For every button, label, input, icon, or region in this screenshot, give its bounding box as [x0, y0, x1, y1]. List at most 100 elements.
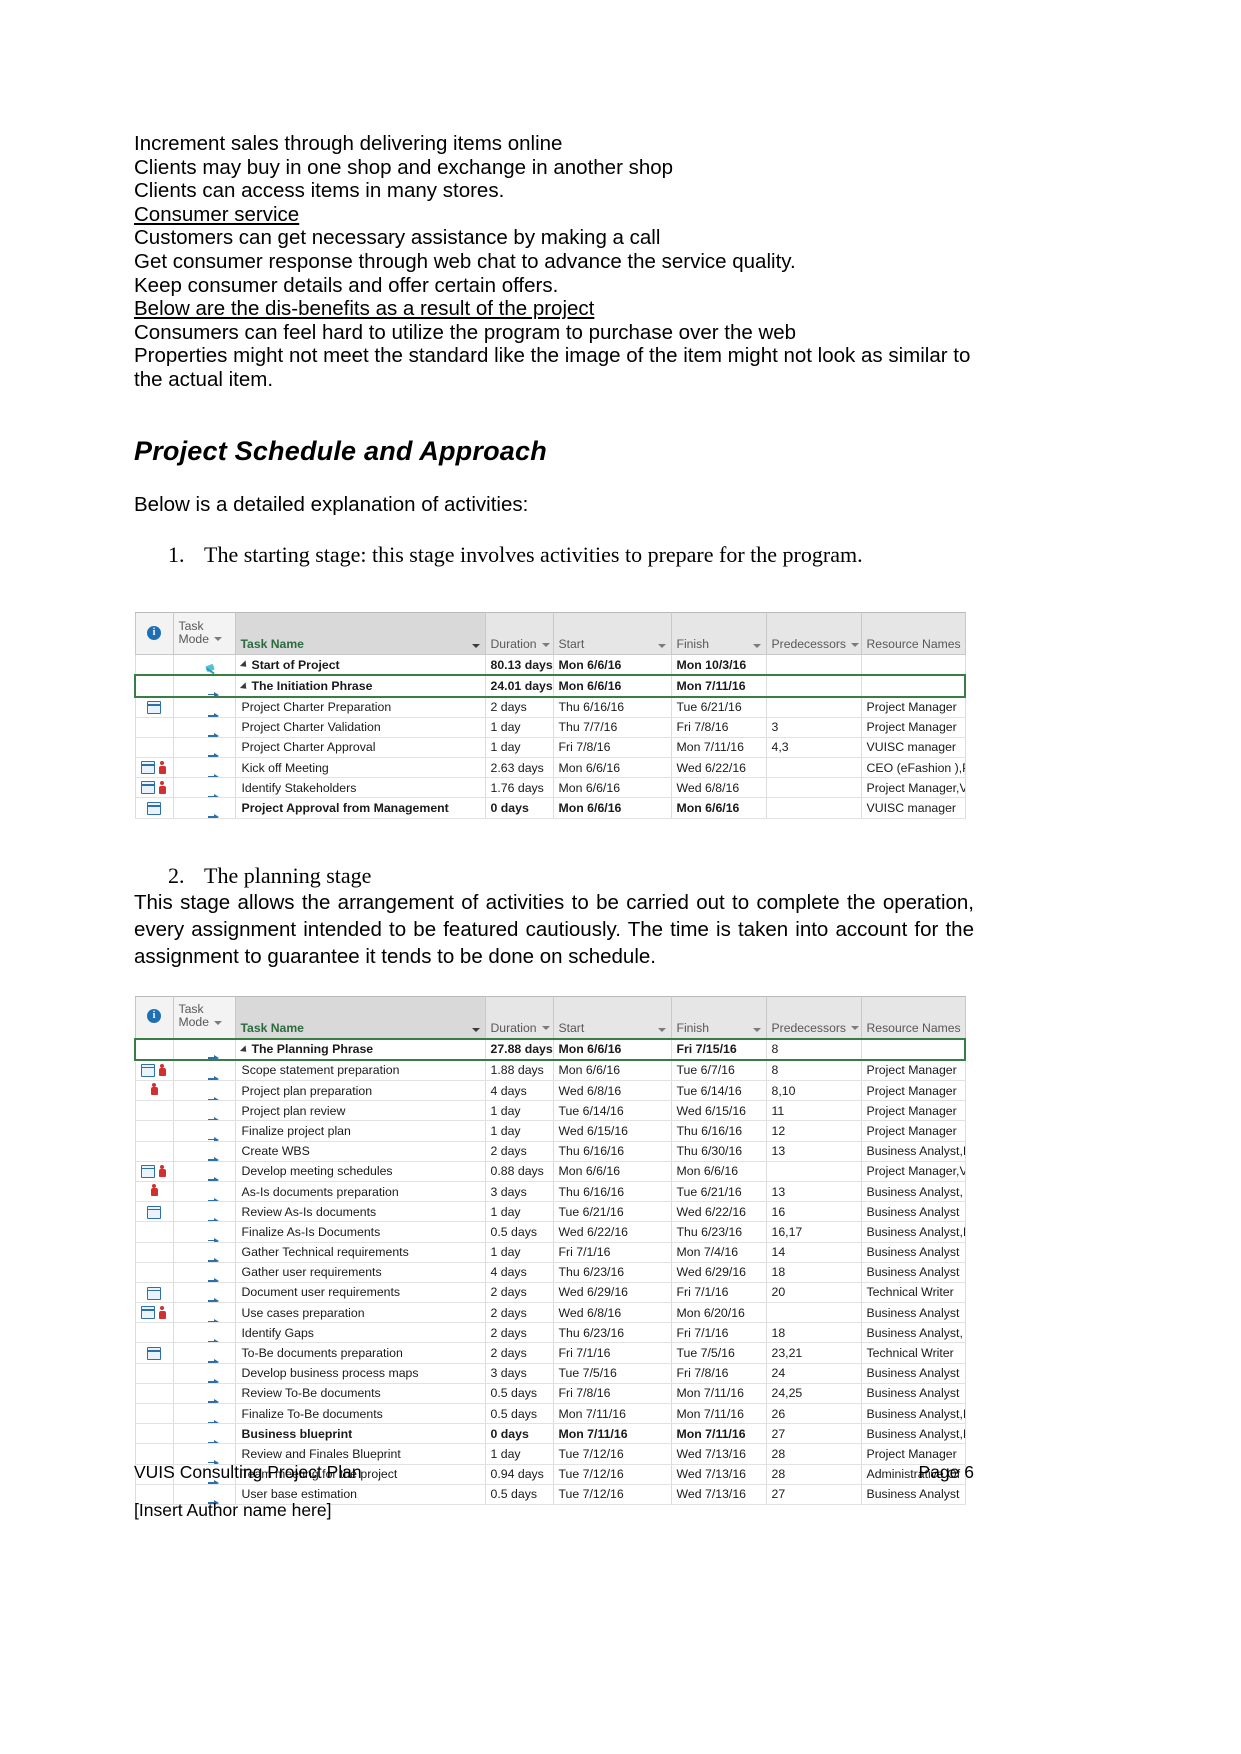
cell-task-name[interactable]: Create WBS — [234, 1141, 486, 1162]
cell-start[interactable]: Thu 6/23/16 — [552, 1262, 672, 1283]
table-row[interactable]: Finalize project plan 1 day Wed 6/15/16 Thu… — [134, 1120, 966, 1142]
cell-start[interactable]: Fri 7/1/16 — [552, 1342, 672, 1364]
cell-duration[interactable]: 1.76 days — [484, 777, 554, 799]
chevron-down-icon[interactable] — [752, 1027, 761, 1032]
table-row[interactable]: The Initiation Phrase 24.01 days Mon 6/6/1… — [134, 674, 966, 698]
cell-task-name[interactable]: Project plan review — [234, 1100, 486, 1122]
cell-resource-names[interactable]: Project Manager — [860, 696, 966, 718]
cell-task-mode[interactable] — [172, 797, 236, 819]
cell-task-mode[interactable] — [172, 737, 236, 759]
cell-predecessors[interactable]: 27 — [765, 1423, 862, 1445]
cell-predecessors[interactable]: 16,17 — [765, 1221, 862, 1243]
cell-finish[interactable]: Mon 10/3/16 — [670, 654, 767, 676]
cell-task-name[interactable]: Use cases preparation — [234, 1302, 486, 1324]
cell-task-mode[interactable] — [172, 674, 236, 698]
cell-predecessors[interactable] — [765, 654, 862, 676]
cell-task-mode[interactable] — [172, 757, 236, 779]
cell-duration[interactable]: 1.88 days — [484, 1059, 554, 1081]
cell-finish[interactable]: Mon 6/6/16 — [670, 797, 767, 819]
table-row[interactable]: To-Be documents preparation 2 days Fri 7/1… — [134, 1342, 966, 1364]
cell-start[interactable]: Mon 6/6/16 — [552, 777, 672, 799]
table-row[interactable]: Document user requirements 2 days Wed 6/29… — [134, 1282, 966, 1304]
cell-task-name[interactable]: Review As-Is documents — [234, 1201, 486, 1223]
cell-task-mode[interactable] — [172, 1302, 236, 1324]
column-header-start[interactable]: Start — [552, 995, 672, 1040]
cell-finish[interactable]: Fri 7/8/16 — [670, 717, 767, 738]
cell-resource-names[interactable]: Project Manager — [860, 1100, 966, 1122]
cell-task-name[interactable]: Project Charter Preparation — [234, 696, 486, 718]
cell-task-name[interactable]: The Initiation Phrase — [234, 674, 486, 698]
cell-start[interactable]: Wed 6/8/16 — [552, 1080, 672, 1102]
chevron-down-icon[interactable] — [214, 637, 222, 642]
cell-duration[interactable]: 1 day — [484, 1100, 554, 1122]
cell-predecessors[interactable] — [765, 777, 862, 799]
table-row[interactable]: The Planning Phrase 27.88 days Mon 6/6/16 F… — [134, 1037, 966, 1061]
cell-start[interactable]: Fri 7/1/16 — [552, 1242, 672, 1263]
column-header-task-name[interactable]: Task Name — [234, 612, 486, 656]
cell-start[interactable]: Thu 7/7/16 — [552, 717, 672, 738]
cell-duration[interactable]: 0 days — [484, 1423, 554, 1445]
cell-finish[interactable]: Thu 6/30/16 — [670, 1141, 767, 1162]
cell-resource-names[interactable] — [860, 654, 966, 676]
cell-task-mode[interactable] — [172, 1201, 236, 1223]
cell-predecessors[interactable] — [765, 797, 862, 819]
expand-collapse-icon[interactable] — [239, 682, 249, 692]
cell-resource-names[interactable]: Project Manager — [860, 1059, 966, 1081]
table-row[interactable]: Finalize To-Be documents 0.5 days Mon 7/11… — [134, 1403, 966, 1425]
table-row[interactable]: Develop meeting schedules 0.88 days Mon 6/… — [134, 1161, 966, 1182]
cell-task-mode[interactable] — [172, 777, 236, 799]
cell-task-name[interactable]: Start of Project — [234, 654, 486, 676]
cell-resource-names[interactable]: VUISC manager — [860, 737, 966, 759]
cell-start[interactable]: Mon 6/6/16 — [552, 757, 672, 779]
cell-duration[interactable]: 1 day — [484, 1201, 554, 1223]
cell-finish[interactable]: Fri 7/1/16 — [670, 1322, 767, 1344]
cell-resource-names[interactable]: VUISC manager — [860, 797, 966, 819]
cell-start[interactable]: Thu 6/16/16 — [552, 1181, 672, 1203]
cell-duration[interactable]: 80.13 days — [484, 654, 554, 676]
cell-task-name[interactable]: Finalize To-Be documents — [234, 1403, 486, 1425]
column-header-duration[interactable]: Duration — [484, 612, 554, 656]
cell-finish[interactable]: Fri 7/1/16 — [670, 1282, 767, 1304]
cell-task-name[interactable]: Kick off Meeting — [234, 757, 486, 779]
cell-task-mode[interactable] — [172, 1242, 236, 1263]
cell-task-name[interactable]: Identify Gaps — [234, 1322, 486, 1344]
cell-predecessors[interactable]: 20 — [765, 1282, 862, 1304]
cell-task-mode[interactable] — [172, 1322, 236, 1344]
cell-task-name[interactable]: To-Be documents preparation — [234, 1342, 486, 1364]
cell-resource-names[interactable]: Business Analyst — [860, 1363, 966, 1384]
cell-duration[interactable]: 0.5 days — [484, 1383, 554, 1405]
table-row[interactable]: Project Charter Validation 1 day Thu 7/7/1… — [134, 717, 966, 738]
cell-resource-names[interactable]: Business Analyst,I — [860, 1403, 966, 1425]
table-row[interactable]: Project Charter Approval 1 day Fri 7/8/16 M… — [134, 737, 966, 759]
column-header-task-mode[interactable]: Task Mode — [172, 995, 236, 1040]
cell-resource-names[interactable]: Business Analyst — [860, 1242, 966, 1263]
column-header-predecessors[interactable]: Predecessors — [765, 612, 862, 656]
cell-duration[interactable]: 2 days — [484, 1302, 554, 1324]
cell-task-mode[interactable] — [172, 1262, 236, 1283]
cell-resource-names[interactable]: CEO (eFashion ),P — [860, 757, 966, 779]
cell-task-mode[interactable] — [172, 1120, 236, 1142]
cell-task-mode[interactable] — [172, 1363, 236, 1384]
cell-predecessors[interactable]: 11 — [765, 1100, 862, 1122]
cell-resource-names[interactable]: Business Analyst, — [860, 1181, 966, 1203]
table-row[interactable]: Create WBS 2 days Thu 6/16/16 Thu 6/30/16 13… — [134, 1141, 966, 1162]
table-row[interactable]: Start of Project 80.13 days Mon 6/6/16 Mon … — [134, 654, 966, 676]
cell-duration[interactable]: 2 days — [484, 1141, 554, 1162]
column-header-finish[interactable]: Finish — [670, 612, 767, 656]
cell-task-name[interactable]: Scope statement preparation — [234, 1059, 486, 1081]
cell-start[interactable]: Tue 6/21/16 — [552, 1201, 672, 1223]
cell-duration[interactable]: 2 days — [484, 1342, 554, 1364]
cell-task-name[interactable]: Project plan preparation — [234, 1080, 486, 1102]
cell-task-mode[interactable] — [172, 1342, 236, 1364]
cell-finish[interactable]: Wed 6/22/16 — [670, 757, 767, 779]
table-row[interactable]: Project Charter Preparation 2 days Thu 6/1… — [134, 696, 966, 718]
cell-task-mode[interactable] — [172, 696, 236, 718]
cell-task-name[interactable]: Project Charter Approval — [234, 737, 486, 759]
cell-task-name[interactable]: Gather user requirements — [234, 1262, 486, 1283]
cell-finish[interactable]: Mon 6/6/16 — [670, 1161, 767, 1182]
column-header-task-name[interactable]: Task Name — [234, 995, 486, 1040]
cell-start[interactable]: Wed 6/8/16 — [552, 1302, 672, 1324]
cell-predecessors[interactable]: 24 — [765, 1363, 862, 1384]
cell-resource-names[interactable]: Business Analyst — [860, 1302, 966, 1324]
cell-predecessors[interactable]: 18 — [765, 1322, 862, 1344]
